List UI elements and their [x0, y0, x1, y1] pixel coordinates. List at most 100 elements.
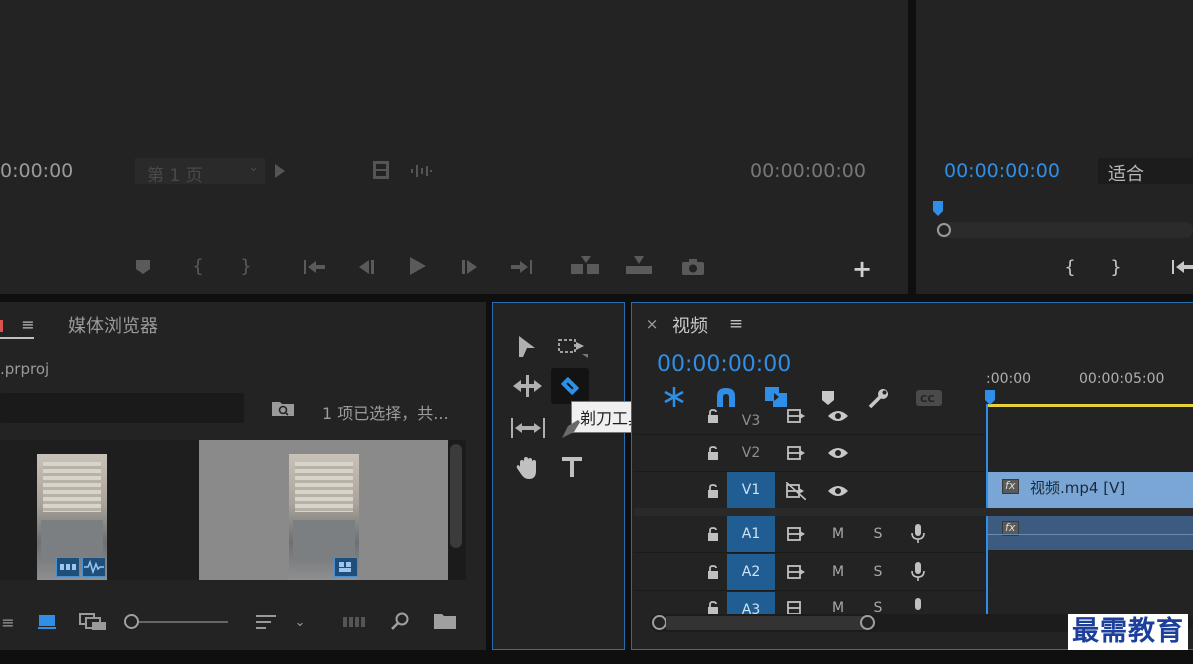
- icon-view-icon[interactable]: [36, 612, 58, 632]
- hand-tool-icon[interactable]: [512, 452, 544, 484]
- ruler-label-5s: 00:00:05:00: [1079, 371, 1165, 387]
- film-icon[interactable]: [370, 158, 392, 182]
- close-tab-icon[interactable]: ×: [644, 315, 660, 333]
- solo-track-button[interactable]: S: [868, 524, 888, 544]
- track-a3-row: A3 M S: [634, 592, 986, 614]
- mute-track-button[interactable]: M: [828, 598, 848, 614]
- chevron-down-icon[interactable]: ⌄: [292, 612, 308, 632]
- sync-lock-icon[interactable]: [784, 443, 808, 463]
- track-select-tool-icon[interactable]: [554, 332, 590, 362]
- selection-tool-icon[interactable]: [512, 332, 542, 362]
- lock-icon[interactable]: [702, 406, 724, 426]
- add-button-icon[interactable]: +: [850, 255, 874, 283]
- video-clip[interactable]: fx 视频.mp4 [V]: [988, 472, 1193, 508]
- list-view-icon[interactable]: ≡: [0, 612, 16, 632]
- camera-icon[interactable]: [680, 256, 706, 278]
- lock-icon[interactable]: [702, 481, 724, 501]
- lock-icon[interactable]: [702, 562, 724, 582]
- search-icon[interactable]: [388, 610, 412, 632]
- project-search-input[interactable]: [0, 393, 244, 423]
- audio-waveform-icon[interactable]: [408, 160, 434, 182]
- sync-lock-icon[interactable]: [784, 598, 808, 614]
- solo-track-button[interactable]: S: [868, 562, 888, 582]
- thumbnail-item-2[interactable]: [199, 440, 448, 580]
- new-search-bin-icon[interactable]: [270, 397, 296, 419]
- microphone-icon[interactable]: [906, 522, 930, 546]
- project-file-name: .prproj: [0, 360, 50, 378]
- add-marker-icon[interactable]: [818, 388, 838, 408]
- scroll-handle-right[interactable]: [860, 615, 875, 630]
- eye-icon[interactable]: [826, 481, 850, 501]
- sync-lock-icon[interactable]: [784, 524, 808, 544]
- project-scrollbar[interactable]: [448, 440, 466, 580]
- track-target-a2[interactable]: A2: [727, 554, 775, 590]
- program-go-to-in-icon[interactable]: [1170, 256, 1193, 278]
- go-to-out-icon[interactable]: [508, 256, 534, 278]
- sync-lock-icon[interactable]: [784, 562, 808, 582]
- new-bin-icon[interactable]: [432, 610, 458, 632]
- step-back-icon[interactable]: [354, 256, 378, 278]
- track-target-v3[interactable]: V3: [727, 404, 775, 438]
- lock-icon[interactable]: [702, 443, 724, 463]
- timeline-menu-icon[interactable]: ≡: [726, 314, 746, 334]
- automate-to-sequence-icon[interactable]: [342, 612, 368, 632]
- program-timecode[interactable]: 00:00:00:00: [944, 160, 1060, 182]
- freeform-view-icon[interactable]: [78, 612, 108, 632]
- play-icon[interactable]: [406, 254, 430, 278]
- mark-in-icon[interactable]: {: [188, 254, 208, 278]
- captions-icon[interactable]: CC: [914, 388, 944, 408]
- microphone-icon[interactable]: [906, 596, 930, 614]
- overwrite-icon[interactable]: [624, 254, 654, 278]
- eye-icon[interactable]: [826, 406, 850, 426]
- program-scrub-bar[interactable]: [936, 222, 1193, 238]
- timeline-tab-title[interactable]: 视频: [672, 312, 708, 338]
- source-monitor-panel: [0, 0, 908, 294]
- lock-icon[interactable]: [702, 598, 724, 614]
- sequence-badge-icon: [334, 557, 358, 577]
- track-target-a3[interactable]: A3: [727, 592, 775, 614]
- program-mark-out-icon[interactable]: }: [1106, 254, 1126, 280]
- track-target-v2[interactable]: V2: [727, 436, 775, 470]
- track-target-a1[interactable]: A1: [727, 516, 775, 552]
- solo-track-button[interactable]: S: [868, 598, 888, 614]
- microphone-icon[interactable]: [906, 560, 930, 584]
- go-to-in-icon[interactable]: [302, 256, 328, 278]
- nest-sequence-icon[interactable]: [660, 386, 688, 408]
- page-select-dropdown[interactable]: 第 1 页 ⌄: [135, 158, 265, 186]
- mute-track-button[interactable]: M: [828, 524, 848, 544]
- audio-clip[interactable]: fx: [988, 516, 1193, 550]
- add-marker-icon[interactable]: [132, 256, 154, 278]
- play-triangle-icon[interactable]: [272, 160, 288, 182]
- sync-lock-off-icon[interactable]: [784, 480, 808, 502]
- source-timecode-left[interactable]: 0:00:00: [0, 160, 73, 182]
- program-scrub-handle[interactable]: [937, 223, 951, 237]
- step-forward-icon[interactable]: [458, 256, 482, 278]
- thumbnail-item-1[interactable]: [0, 440, 196, 580]
- sort-icon[interactable]: [254, 612, 280, 632]
- fit-select-value: 适合: [1108, 164, 1144, 185]
- zoom-slider-handle[interactable]: [124, 614, 139, 629]
- timeline-timecode[interactable]: 00:00:00:00: [657, 352, 791, 377]
- lock-icon[interactable]: [702, 524, 724, 544]
- fit-select-dropdown[interactable]: 适合: [1098, 158, 1193, 185]
- mark-out-icon[interactable]: }: [236, 254, 256, 278]
- ripple-edit-tool-icon[interactable]: [510, 370, 546, 402]
- type-tool-icon[interactable]: [556, 452, 590, 484]
- zoom-slider[interactable]: [124, 614, 228, 630]
- eye-icon[interactable]: [826, 443, 850, 463]
- insert-icon[interactable]: [570, 254, 602, 278]
- mute-track-button[interactable]: M: [828, 562, 848, 582]
- program-playhead-marker[interactable]: [933, 201, 943, 217]
- media-browser-tab[interactable]: 媒体浏览器: [68, 312, 158, 338]
- panel-menu-icon[interactable]: ≡: [18, 314, 38, 334]
- pen-tool-icon[interactable]: [556, 414, 586, 444]
- program-mark-in-icon[interactable]: {: [1060, 254, 1080, 280]
- razor-tool-icon[interactable]: [551, 368, 589, 404]
- source-timecode-right[interactable]: 00:00:00:00: [750, 160, 866, 182]
- time-ruler[interactable]: :00:00 00:00:05:00: [986, 366, 1193, 410]
- track-target-v1[interactable]: V1: [727, 472, 775, 508]
- slip-tool-icon[interactable]: [508, 412, 548, 444]
- scroll-handle-left[interactable]: [652, 615, 667, 630]
- wrench-settings-icon[interactable]: [866, 386, 892, 410]
- sync-lock-icon[interactable]: [784, 406, 808, 426]
